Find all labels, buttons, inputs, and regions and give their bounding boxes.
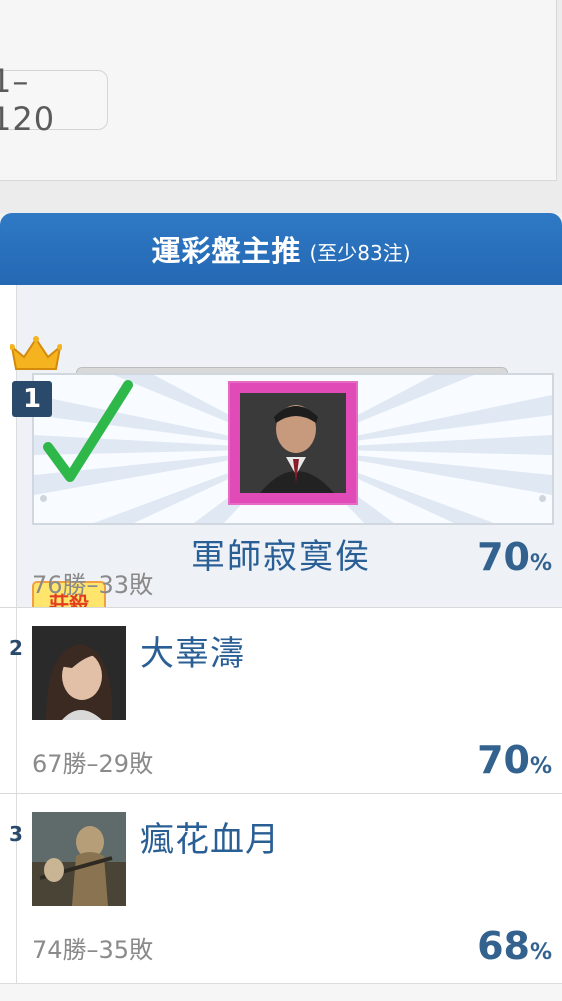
- panel-subtitle: (至少83注): [309, 240, 411, 265]
- win-rate-unit: %: [529, 551, 552, 576]
- panel-bottom: [0, 983, 562, 1001]
- win-loss-record: 67勝–29敗: [32, 750, 154, 778]
- win-rate: 70%: [477, 738, 552, 782]
- avatar[interactable]: [32, 626, 126, 720]
- win-rate-unit: %: [529, 754, 552, 779]
- handicapper-name[interactable]: 大辜濤: [140, 626, 245, 675]
- ranking-row-1[interactable]: 1 軍師寂寞侯 莊殺 76勝–33敗 70%: [0, 285, 562, 623]
- panel-title: 運彩盤主推: [151, 234, 302, 268]
- record-chip-text: 1–120: [0, 62, 56, 138]
- ranking-panel: 運彩盤主推 (至少83注) 1 軍師寂寞侯 莊殺 76勝–33敗 70% 2 大…: [0, 213, 562, 1001]
- win-rate: 70%: [477, 535, 552, 579]
- win-rate-unit: %: [529, 940, 552, 965]
- panel-header: 運彩盤主推 (至少83注): [0, 213, 562, 285]
- handicapper-name[interactable]: 瘋花血月: [140, 812, 280, 861]
- crown-icon: [10, 336, 62, 370]
- ranking-row-2[interactable]: 2 大辜濤 67勝–29敗 70%: [0, 607, 562, 794]
- featured-photo[interactable]: [228, 381, 358, 505]
- avatar[interactable]: [32, 812, 126, 906]
- record-chip: 1–120: [0, 62, 108, 138]
- win-rate-value: 70: [477, 738, 530, 782]
- rank-number: 2: [9, 636, 23, 660]
- featured-photo-image: [240, 393, 346, 493]
- win-loss-record: 76勝–33敗: [32, 565, 153, 600]
- win-loss-text: 76勝–33敗: [32, 571, 154, 599]
- pin-icon: [539, 495, 546, 502]
- win-rate-value: 68: [477, 924, 530, 968]
- previous-card: 1–120: [0, 0, 557, 181]
- checkmark-icon: [43, 380, 133, 482]
- win-loss-record: 74勝–35敗: [32, 936, 154, 964]
- win-rate: 68%: [477, 924, 552, 968]
- ranking-row-3[interactable]: 3 瘋花血月 74勝–35敗 68%: [0, 793, 562, 984]
- rank-number: 3: [9, 822, 23, 846]
- rank-badge: 1: [12, 381, 52, 417]
- win-rate-value: 70: [477, 535, 530, 579]
- pin-icon: [40, 495, 47, 502]
